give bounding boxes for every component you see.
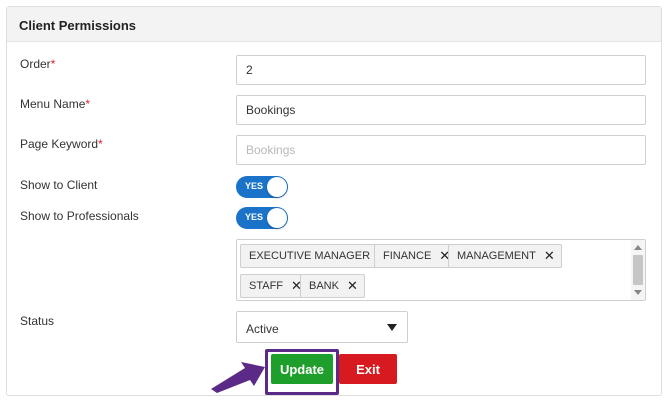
- page-keyword-label: Page Keyword*: [20, 137, 103, 151]
- status-select[interactable]: Active: [236, 311, 408, 343]
- client-permissions-panel: Client Permissions Order* Menu Name* Pag…: [6, 6, 662, 396]
- status-label: Status: [20, 314, 55, 328]
- role-tag: EXECUTIVE MANAGER ✕: [240, 244, 396, 268]
- role-tag-label: EXECUTIVE MANAGER: [249, 250, 371, 262]
- order-input[interactable]: [236, 55, 646, 85]
- remove-tag-icon[interactable]: ✕: [544, 248, 555, 264]
- required-marker: *: [85, 97, 91, 111]
- show-to-client-toggle[interactable]: YES: [236, 176, 288, 198]
- page-keyword-input[interactable]: [236, 135, 646, 165]
- toggle-text: YES: [245, 181, 264, 191]
- required-marker: *: [50, 57, 56, 71]
- scroll-up-icon[interactable]: [634, 245, 642, 250]
- panel-title: Client Permissions: [19, 18, 137, 33]
- status-selected-value: Active: [246, 322, 279, 336]
- show-to-professionals-toggle[interactable]: YES: [236, 207, 288, 229]
- toggle-knob: [267, 208, 287, 228]
- scroll-down-icon[interactable]: [634, 290, 642, 295]
- role-tag: STAFF ✕: [240, 274, 309, 298]
- role-tag-label: BANK: [309, 280, 339, 292]
- roles-multiselect[interactable]: EXECUTIVE MANAGER ✕ FINANCE ✕ MANAGEMENT…: [236, 239, 646, 301]
- role-tag: BANK ✕: [300, 274, 365, 298]
- role-tag-label: MANAGEMENT: [457, 250, 536, 262]
- order-label: Order*: [20, 57, 56, 71]
- required-marker: *: [98, 137, 103, 151]
- panel-header: Client Permissions: [7, 7, 661, 42]
- caret-down-icon: [387, 324, 397, 331]
- role-tag-label: STAFF: [249, 280, 284, 292]
- menu-name-label: Menu Name*: [20, 97, 91, 111]
- role-tag-label: FINANCE: [383, 250, 432, 262]
- menu-name-input[interactable]: [236, 95, 646, 125]
- pointer-arrow-icon: [211, 362, 265, 393]
- remove-tag-icon[interactable]: ✕: [347, 278, 358, 294]
- exit-button[interactable]: Exit: [339, 354, 397, 384]
- show-to-professionals-label: Show to Professionals: [20, 209, 139, 223]
- role-tag: FINANCE ✕: [374, 244, 458, 268]
- show-to-client-label: Show to Client: [20, 178, 98, 192]
- tagbox-scrollbar[interactable]: [631, 240, 645, 300]
- scroll-thumb[interactable]: [633, 255, 643, 285]
- update-button[interactable]: Update: [271, 354, 333, 384]
- toggle-text: YES: [245, 212, 264, 222]
- toggle-knob: [267, 177, 287, 197]
- role-tag: MANAGEMENT ✕: [448, 244, 562, 268]
